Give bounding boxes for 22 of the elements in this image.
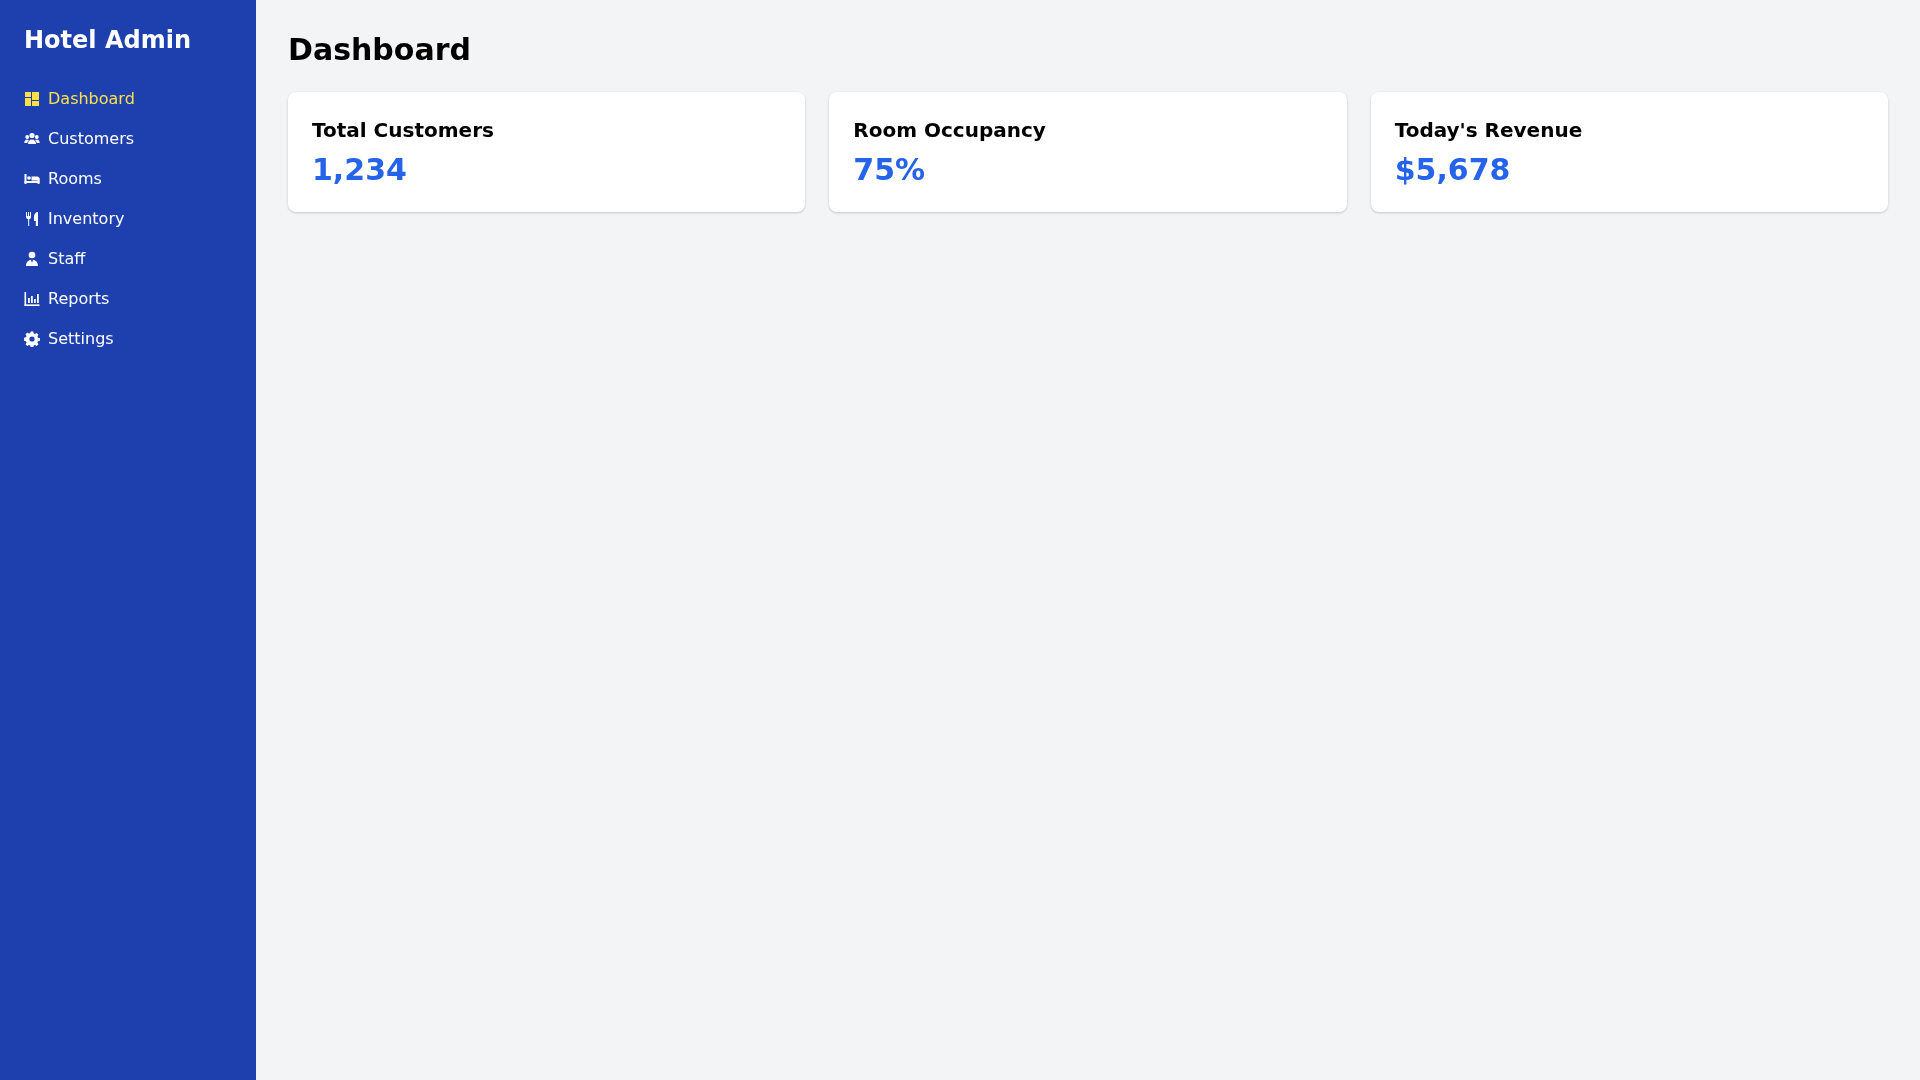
stat-value: 75% [853, 152, 926, 188]
stat-label: Room Occupancy [853, 117, 1046, 144]
sidebar-item[interactable]: Settings [24, 319, 114, 359]
sidebar-item[interactable]: Staff [24, 239, 86, 279]
bar-chart-icon [24, 291, 40, 307]
users-icon [24, 131, 40, 147]
sidebar-item[interactable]: Customers [24, 119, 135, 159]
page-title: Dashboard [288, 32, 471, 68]
stat-label: Total Customers [312, 117, 494, 144]
sidebar-item[interactable]: Dashboard [24, 79, 135, 119]
stat-value: $5,678 [1394, 152, 1511, 188]
stat-label: Today's Revenue [1394, 117, 1583, 144]
sidebar-item[interactable]: Rooms [24, 159, 102, 199]
settings-icon [24, 331, 40, 347]
person-icon [24, 251, 40, 267]
sidebar-item[interactable]: Inventory [24, 199, 125, 239]
bed-icon [24, 171, 40, 187]
fork-and-knife-icon [24, 211, 40, 227]
app-title: Hotel Admin [24, 25, 191, 56]
grid-icon [24, 91, 40, 107]
stat-value: 1,234 [312, 152, 407, 188]
sidebar-item[interactable]: Reports [24, 279, 110, 319]
